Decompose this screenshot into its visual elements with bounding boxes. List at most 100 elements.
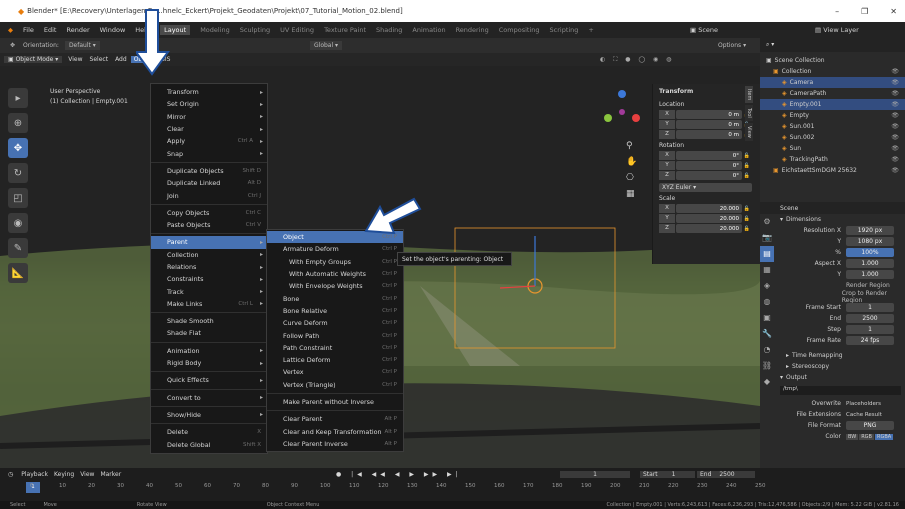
menu-item-shade-smooth[interactable]: Shade Smooth (151, 315, 267, 327)
menu-item-duplicate-objects[interactable]: Duplicate Objects Shift D (151, 165, 267, 177)
scl-field[interactable]: 20.000 (676, 214, 742, 223)
render-props-icon[interactable]: 📷 (760, 230, 774, 246)
tab-tool[interactable]: Tool (745, 105, 753, 122)
header-menu-select[interactable]: Select (90, 56, 109, 63)
maximize-button[interactable]: ❐ (861, 7, 868, 16)
outliner-item-sun[interactable]: ◈ Sun 👁 (760, 143, 905, 154)
blender-menu-icon[interactable]: ◆ (8, 26, 13, 34)
parent-item-armature-deform[interactable]: Armature Deform Ctrl P (267, 243, 403, 255)
menu-window[interactable]: Window (100, 26, 126, 34)
prop-value[interactable]: 1.000 (846, 270, 894, 279)
tab-uv-editing[interactable]: UV Editing (280, 26, 314, 34)
parent-item-clear-parent-inverse[interactable]: Clear Parent Inverse Alt P (267, 438, 403, 450)
parent-item-bone-relative[interactable]: Bone Relative Ctrl P (267, 305, 403, 317)
cursor-tool-icon[interactable]: ▸ (8, 88, 28, 108)
menu-item-relations[interactable]: Relations ▸ (151, 261, 267, 273)
visibility-icon[interactable]: 👁 (891, 101, 899, 108)
close-button[interactable]: ✕ (890, 7, 897, 16)
parent-item-vertex-triangle[interactable]: Vertex (Triangle) Ctrl P (267, 379, 403, 391)
menu-file[interactable]: File (23, 26, 34, 34)
menu-item-track[interactable]: Track ▸ (151, 285, 267, 297)
visibility-icon[interactable]: 👁 (891, 156, 899, 163)
view-layer-selector[interactable]: ▤ View Layer (815, 26, 869, 34)
menu-item-clear[interactable]: Clear ▸ (151, 123, 267, 135)
filter-icon[interactable]: ⌕ ▾ (766, 41, 774, 49)
parent-item-vertex[interactable]: Vertex Ctrl P (267, 366, 403, 378)
end-frame-field[interactable]: End 2500 (697, 471, 755, 478)
dimensions-panel-header[interactable]: ▾ Dimensions (776, 214, 905, 225)
scene-selector[interactable]: ▣ Scene (690, 26, 728, 34)
parent-item-with-automatic-weights[interactable]: With Automatic Weights Ctrl P (267, 268, 403, 280)
prop-value[interactable]: 1 (846, 325, 894, 334)
outliner-scene-collection[interactable]: ▣ Scene Collection (760, 55, 905, 66)
output-path-field[interactable]: /tmp\ (780, 386, 901, 395)
prop-value[interactable]: 1080 px (846, 237, 894, 246)
menu-item-set-origin[interactable]: Set Origin ▸ (151, 98, 267, 110)
annotate-tool-icon[interactable]: ✎ (8, 238, 28, 258)
menu-item-snap[interactable]: Snap ▸ (151, 147, 267, 159)
start-frame-field[interactable]: Start 1 (640, 471, 695, 478)
tool-props-icon[interactable]: ⚙ (760, 214, 774, 230)
menu-item-paste-objects[interactable]: Paste Objects Ctrl V (151, 219, 267, 231)
menu-item-shade-flat[interactable]: Shade Flat (151, 327, 267, 339)
tab-view[interactable]: View (745, 123, 753, 141)
menu-item-join[interactable]: Join Ctrl J (151, 189, 267, 201)
menu-item-constraints[interactable]: Constraints ▸ (151, 273, 267, 285)
menu-item-convert-to[interactable]: Convert to ▸ (151, 392, 267, 404)
menu-item-animation[interactable]: Animation ▸ (151, 345, 267, 357)
menu-item-transform[interactable]: Transform ▸ (151, 86, 267, 98)
visibility-icon[interactable]: 👁 (891, 112, 899, 119)
outliner-item-eichstaettsmdgm-25632[interactable]: ▣ EichstaettSmDGM 25632 👁 (760, 165, 905, 176)
outliner-item-collection[interactable]: ▣ Collection 👁 (760, 66, 905, 77)
output-panel-header[interactable]: ▾ Output (776, 372, 905, 383)
timeline-ruler[interactable]: 1 0 10 20 30 40 50 60 70 80 90 100 110 120 130 140 150 16… (0, 481, 905, 495)
parent-item-clear-and-keep-transformation[interactable]: Clear and Keep Transformation Alt P (267, 425, 403, 437)
editor-type-icon[interactable]: ◷ (8, 471, 13, 478)
stereoscopy-panel[interactable]: ▸ Stereoscopy (776, 361, 905, 372)
loc-field[interactable]: 0 m (676, 110, 742, 119)
rot-field[interactable]: 0° (676, 171, 742, 180)
prop-value[interactable]: 1920 px (846, 226, 894, 235)
tab-animation[interactable]: Animation (412, 26, 445, 34)
lock-icon[interactable]: 🔓 (742, 206, 752, 212)
rotate-tool-icon[interactable]: ↻ (8, 163, 28, 183)
file-format-dropdown[interactable]: PNG (846, 421, 894, 430)
object-mode-dropdown[interactable]: ▣ Object Mode ▾ (4, 56, 63, 63)
menu-item-rigid-body[interactable]: Rigid Body ▸ (151, 357, 267, 369)
lock-icon[interactable]: 🔓 (742, 163, 752, 169)
outliner-item-sun-001[interactable]: ◈ Sun.001 👁 (760, 121, 905, 132)
parent-item-path-constraint[interactable]: Path Constraint Ctrl P (267, 342, 403, 354)
data-props-icon[interactable]: ◆ (760, 374, 774, 390)
transform-orientation-dropdown[interactable]: Global ▾ (310, 41, 343, 50)
tab-rendering[interactable]: Rendering (456, 26, 489, 34)
color-bw-button[interactable]: BW (846, 433, 859, 440)
loc-field[interactable]: 0 m (676, 130, 742, 139)
menu-item-copy-objects[interactable]: Copy Objects Ctrl C (151, 207, 267, 219)
current-frame-field[interactable]: 1 (560, 471, 630, 478)
tab-texture-paint[interactable]: Texture Paint (324, 26, 366, 34)
parent-item-with-empty-groups[interactable]: With Empty Groups Ctrl P (267, 256, 403, 268)
nav-gizmo[interactable] (600, 88, 646, 134)
lock-icon[interactable]: 🔓 (742, 226, 752, 232)
outliner-item-camerapath[interactable]: ◈ CameraPath 👁 (760, 88, 905, 99)
menu-item-apply[interactable]: Apply Ctrl A ▸ (151, 135, 267, 147)
cache-result-checkbox[interactable]: Cache Result (846, 412, 882, 418)
parent-item-follow-path[interactable]: Follow Path Ctrl P (267, 329, 403, 341)
tab-compositing[interactable]: Compositing (499, 26, 540, 34)
output-props-icon[interactable]: ▤ (760, 246, 774, 262)
tab-modeling[interactable]: Modeling (200, 26, 230, 34)
menu-item-delete[interactable]: Delete X (151, 426, 267, 438)
scale-tool-icon[interactable]: ◰ (8, 188, 28, 208)
orientation-dropdown[interactable]: Default ▾ (64, 41, 100, 50)
placeholders-checkbox[interactable]: Placeholders (846, 401, 881, 407)
tab-item[interactable]: Item (745, 86, 753, 104)
loc-field[interactable]: 0 m (676, 120, 742, 129)
prop-value[interactable]: 1.000 (846, 259, 894, 268)
timeline-menu-playback[interactable]: Playback (21, 471, 48, 478)
parent-item-clear-parent[interactable]: Clear Parent Alt P (267, 413, 403, 425)
parent-item-with-envelope-weights[interactable]: With Envelope Weights Ctrl P (267, 280, 403, 292)
menu-item-delete-global[interactable]: Delete Global Shift X (151, 438, 267, 450)
parent-item-bone[interactable]: Bone Ctrl P (267, 292, 403, 304)
time-remapping-panel[interactable]: ▸ Time Remapping (776, 350, 905, 361)
scl-field[interactable]: 20.000 (676, 204, 742, 213)
